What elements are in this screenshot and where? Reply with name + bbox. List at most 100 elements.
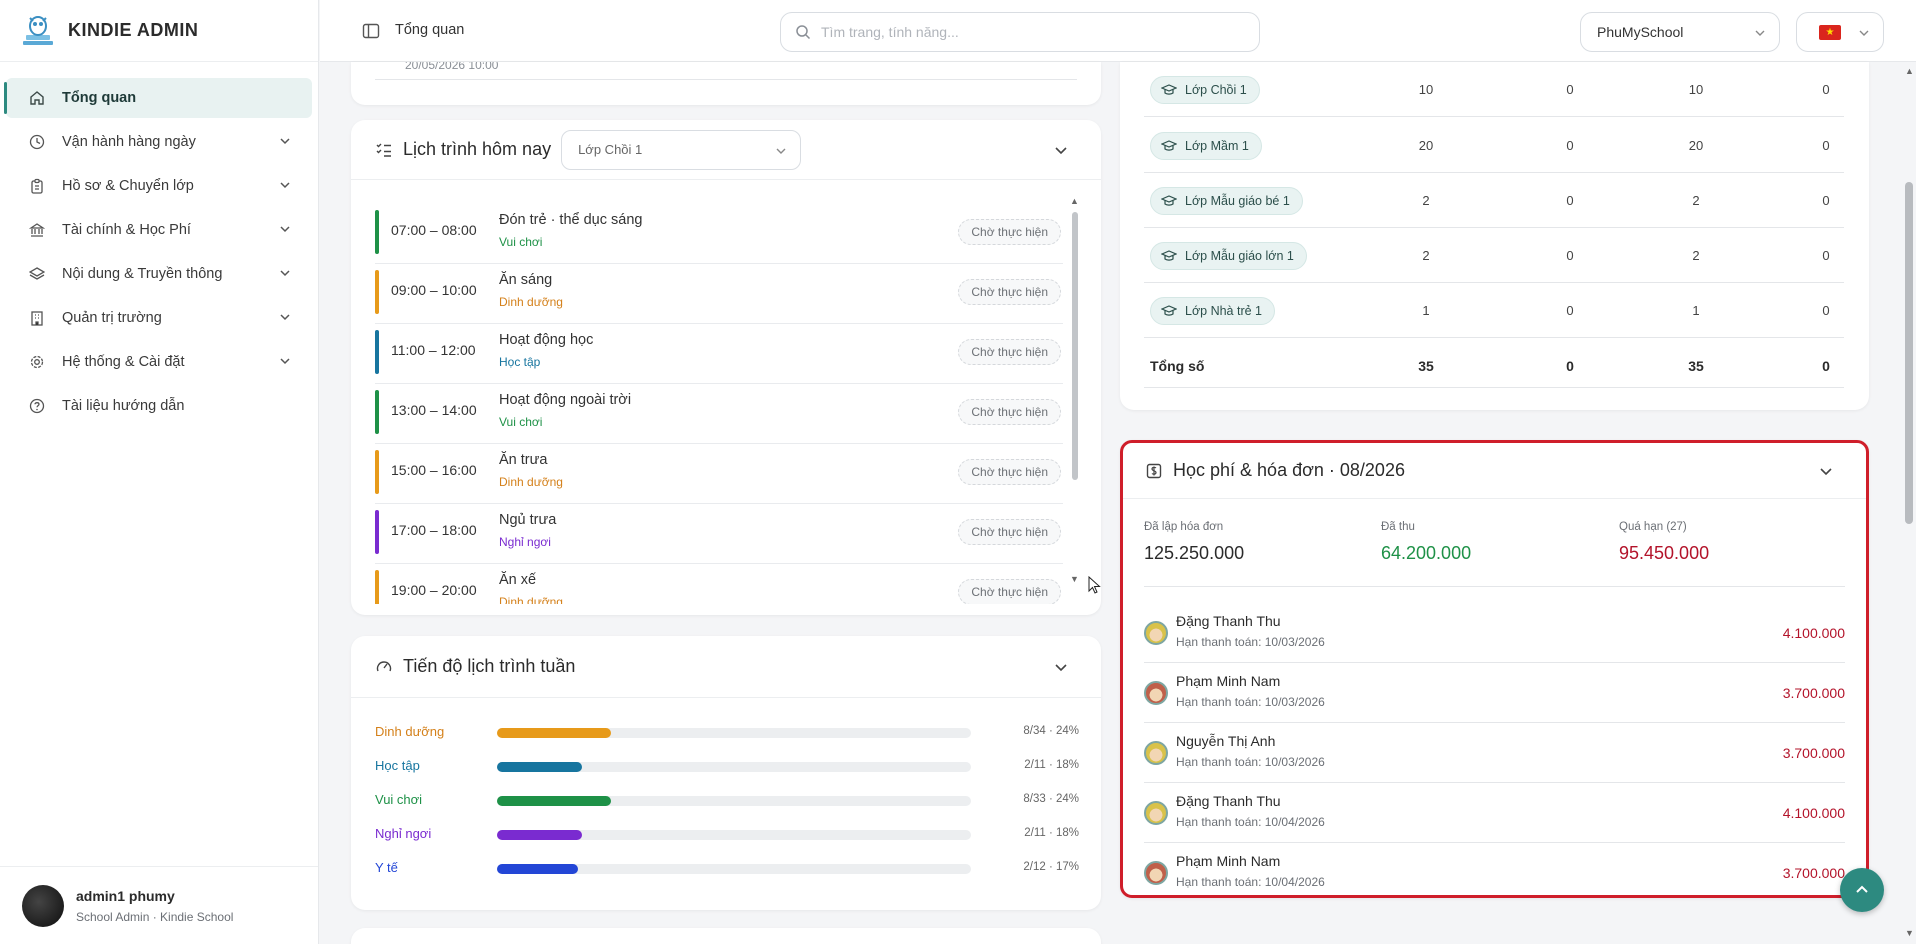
- scrollbar-thumb[interactable]: [1072, 212, 1078, 480]
- student-name: Phạm Minh Nam: [1176, 673, 1281, 689]
- table-cell: 1: [1692, 303, 1700, 318]
- scrollbar-thumb[interactable]: [1905, 182, 1913, 524]
- progress-row: Vui chơi 8/33 · 24%: [375, 789, 1079, 813]
- sidebar-item-van-hanh[interactable]: Vận hành hàng ngày: [6, 122, 312, 162]
- collapse-chevron-icon[interactable]: [1053, 659, 1069, 675]
- class-name: Lớp Chồi 1: [1185, 83, 1247, 97]
- invoice-amount: 4.100.000: [1782, 805, 1845, 821]
- school-select[interactable]: PhuMySchool: [1580, 12, 1780, 52]
- scroll-up-arrow-icon[interactable]: ▲: [1070, 196, 1079, 206]
- scroll-down-arrow-icon[interactable]: ▼: [1905, 928, 1914, 938]
- table-cell: 1: [1422, 303, 1430, 318]
- stat-label: Đã lập hóa đơn: [1144, 521, 1224, 533]
- divider: [1144, 586, 1845, 587]
- class-name: Lớp Mẫu giáo bé 1: [1185, 194, 1290, 208]
- sidebar-item-ho-so[interactable]: Hồ sơ & Chuyển lớp: [6, 166, 312, 206]
- progress-fill: [497, 864, 578, 874]
- schedule-scrollbar[interactable]: ▲ ▼: [1069, 196, 1079, 584]
- user-profile[interactable]: admin1 phumy School Admin · Kindie Schoo…: [0, 866, 318, 944]
- table-cell: 35: [1688, 358, 1704, 374]
- invoice-row[interactable]: Đặng Thanh Thu Hạn thanh toán: 10/03/202…: [1144, 603, 1845, 663]
- invoice-row[interactable]: Đặng Thanh Thu Hạn thanh toán: 10/04/202…: [1144, 783, 1845, 843]
- schedule-row[interactable]: 15:00 – 16:00 Ăn trưa Dinh dưỡng Chờ thự…: [375, 444, 1063, 504]
- progress-track: [497, 728, 971, 738]
- table-row: Lớp Nhà trẻ 1 1 0 1 0: [1144, 283, 1844, 338]
- schedule-row[interactable]: 11:00 – 12:00 Hoạt động học Học tập Chờ …: [375, 324, 1063, 384]
- owl-logo-icon: [23, 15, 53, 45]
- student-avatar: [1144, 801, 1168, 825]
- schedule-time: 13:00 – 14:00: [391, 402, 477, 418]
- student-avatar: [1144, 861, 1168, 885]
- class-select[interactable]: Lớp Chồi 1: [561, 129, 802, 170]
- next-card-peek: [351, 928, 1101, 944]
- search-input[interactable]: [821, 24, 1241, 40]
- clock-icon: [28, 133, 46, 151]
- chevron-down-icon: [1859, 30, 1869, 36]
- class-chip[interactable]: Lớp Mẫu giáo bé 1: [1150, 187, 1303, 215]
- sidebar-item-noi-dung[interactable]: Nội dung & Truyền thông: [6, 254, 312, 294]
- page-scrollbar[interactable]: ▲ ▼: [1902, 62, 1916, 944]
- graduation-cap-icon: [1161, 305, 1177, 316]
- class-chip[interactable]: Lớp Mẫu giáo lớn 1: [1150, 242, 1307, 270]
- sidebar-item-he-thong[interactable]: Hệ thống & Cài đặt: [6, 342, 312, 382]
- scroll-down-arrow-icon[interactable]: ▼: [1070, 574, 1079, 584]
- progress-fill: [497, 796, 611, 806]
- language-select[interactable]: ★: [1796, 12, 1884, 52]
- schedule-category: Học tập: [499, 355, 541, 369]
- schedule-time: 19:00 – 20:00: [391, 582, 477, 598]
- student-avatar: [1144, 621, 1168, 645]
- schedule-time: 07:00 – 08:00: [391, 222, 477, 238]
- invoice-icon: [1145, 462, 1163, 480]
- table-row: Lớp Chồi 1 10 0 10 0: [1144, 62, 1844, 117]
- schedule-row[interactable]: 17:00 – 18:00 Ngủ trưa Nghỉ ngơi Chờ thự…: [375, 504, 1063, 564]
- sidebar-item-tai-lieu[interactable]: Tài liệu hướng dẫn: [6, 386, 312, 426]
- collapse-chevron-icon[interactable]: [1053, 142, 1069, 158]
- help-icon: [28, 397, 46, 415]
- weekly-progress-card: Tiến độ lịch trình tuần Dinh dưỡng 8/34 …: [351, 636, 1101, 910]
- status-badge: Chờ thực hiện: [958, 519, 1061, 545]
- progress-row: Dinh dưỡng 8/34 · 24%: [375, 721, 1079, 745]
- class-chip[interactable]: Lớp Chồi 1: [1150, 76, 1260, 104]
- class-chip[interactable]: Lớp Mầm 1: [1150, 132, 1262, 160]
- schedule-category: Nghỉ ngơi: [499, 535, 551, 549]
- schedule-activity: Ăn sáng: [499, 272, 553, 288]
- table-cell: 0: [1822, 193, 1830, 208]
- schedule-row[interactable]: 13:00 – 14:00 Hoạt động ngoài trời Vui c…: [375, 384, 1063, 444]
- table-cell: 35: [1418, 358, 1434, 374]
- progress-track: [497, 864, 971, 874]
- table-cell: 20: [1688, 138, 1704, 153]
- schedule-time: 09:00 – 10:00: [391, 282, 477, 298]
- scroll-to-top-button[interactable]: [1840, 868, 1884, 912]
- stat-value: 64.200.000: [1381, 543, 1472, 563]
- schedule-activity: Đón trẻ · thể dục sáng: [499, 212, 643, 228]
- invoice-amount: 4.100.000: [1782, 625, 1845, 641]
- invoice-row[interactable]: Nguyễn Thị Anh Hạn thanh toán: 10/03/202…: [1144, 723, 1845, 783]
- schedule-row[interactable]: 07:00 – 08:00 Đón trẻ · thể dục sáng Vui…: [375, 204, 1063, 264]
- schedule-row[interactable]: 09:00 – 10:00 Ăn sáng Dinh dưỡng Chờ thự…: [375, 264, 1063, 324]
- sidebar-toggle-icon[interactable]: [362, 22, 380, 40]
- search-box[interactable]: [780, 12, 1260, 52]
- schedule-activity: Hoạt động học: [499, 332, 594, 348]
- due-date: Hạn thanh toán: 10/03/2026: [1176, 695, 1325, 709]
- table-cell: 0: [1566, 358, 1574, 374]
- class-chip[interactable]: Lớp Nhà trẻ 1: [1150, 297, 1275, 325]
- progress-value: 2/11 · 18%: [1024, 827, 1079, 839]
- table-cell: 0: [1822, 138, 1830, 153]
- chevron-up-icon: [1856, 885, 1868, 893]
- scroll-up-arrow-icon[interactable]: ▲: [1905, 66, 1914, 76]
- graduation-cap-icon: [1161, 195, 1177, 206]
- chevron-down-icon: [280, 314, 290, 321]
- stat-label: Quá hạn (27): [1619, 521, 1687, 533]
- progress-track: [497, 796, 971, 806]
- collapse-chevron-icon[interactable]: [1818, 463, 1834, 479]
- sidebar-item-label: Nội dung & Truyền thông: [62, 266, 223, 282]
- sidebar-item-tong-quan[interactable]: Tổng quan: [4, 78, 312, 118]
- invoice-row[interactable]: Phạm Minh Nam Hạn thanh toán: 10/03/2026…: [1144, 663, 1845, 723]
- invoice-row[interactable]: Phạm Minh Nam Hạn thanh toán: 10/04/2026…: [1144, 843, 1845, 895]
- divider: [375, 79, 1077, 80]
- weekly-card-header: Tiến độ lịch trình tuần: [351, 636, 1101, 698]
- sidebar-item-tai-chinh[interactable]: Tài chính & Học Phí: [6, 210, 312, 250]
- brand[interactable]: KINDIE ADMIN: [0, 0, 318, 62]
- sidebar-item-quan-tri[interactable]: Quản trị trường: [6, 298, 312, 338]
- schedule-row[interactable]: 19:00 – 20:00 Ăn xế Dinh dưỡng Chờ thực …: [375, 564, 1063, 604]
